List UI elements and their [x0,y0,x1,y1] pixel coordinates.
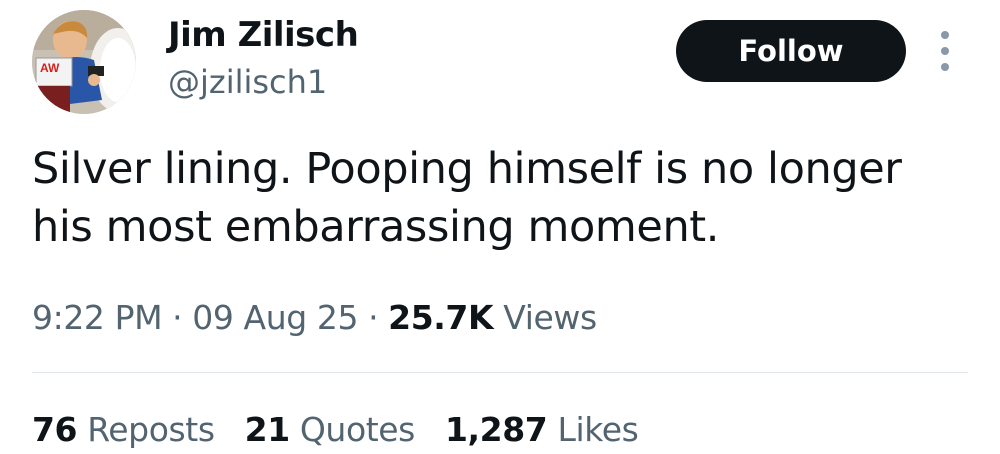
views-label: Views [503,298,597,337]
tweet-time[interactable]: 9:22 PM [32,298,163,337]
author-display-name[interactable]: Jim Zilisch [168,14,359,56]
tweet-date[interactable]: 09 Aug 25 [192,298,358,337]
likes-count: 1,287 [444,410,548,449]
views-count[interactable]: 25.7K [388,298,493,337]
avatar[interactable]: AW [32,10,136,114]
divider [32,372,968,373]
more-vertical-icon[interactable] [930,28,960,74]
follow-button[interactable]: Follow [676,20,906,82]
tweet-stats: 76 Reposts 21 Quotes 1,287 Likes [32,406,668,454]
tweet-text: Silver lining. Pooping himself is no lon… [32,144,902,252]
reposts-count: 76 [32,410,78,449]
avatar-image: AW [32,10,136,114]
author-handle[interactable]: @jzilisch1 [168,62,327,102]
meta-separator: · [368,298,379,337]
quotes-stat[interactable]: 21 Quotes [244,406,416,454]
meta-separator: · [172,298,183,337]
likes-stat[interactable]: 1,287 Likes [444,406,639,454]
quotes-label: Quotes [299,410,416,449]
avatar-sign-text: AW [40,61,60,75]
likes-label: Likes [557,410,639,449]
quotes-count: 21 [244,410,291,449]
tweet-meta: 9:22 PM · 09 Aug 25 · 25.7K Views [32,294,597,342]
reposts-label: Reposts [87,410,215,449]
reposts-stat[interactable]: 76 Reposts [32,406,215,454]
